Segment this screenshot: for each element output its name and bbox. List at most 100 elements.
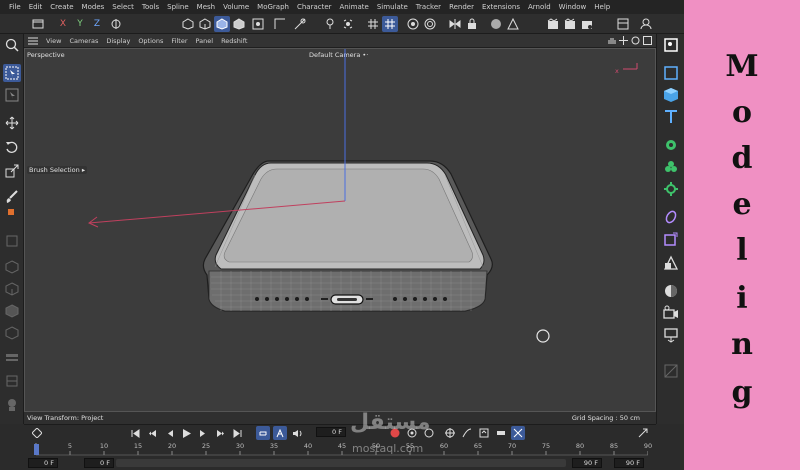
- dolly-icon[interactable]: [619, 36, 628, 45]
- move-icon[interactable]: [3, 114, 21, 132]
- menu-tools[interactable]: Tools: [138, 3, 163, 11]
- sound-icon[interactable]: [290, 426, 304, 440]
- viewport-menu-cameras[interactable]: Cameras: [65, 37, 102, 45]
- orbit-icon[interactable]: [631, 36, 640, 45]
- sculpt-icon[interactable]: [322, 16, 338, 32]
- menu-simulate[interactable]: Simulate: [373, 3, 412, 11]
- polygons-mode-icon[interactable]: [214, 16, 230, 32]
- viewport-menu-view[interactable]: View: [42, 37, 65, 45]
- max-frame-field[interactable]: 90 F: [572, 458, 602, 468]
- viewport-menu-display[interactable]: Display: [102, 37, 134, 45]
- hamburger-icon[interactable]: [28, 37, 38, 47]
- tweak-mode-icon[interactable]: [292, 16, 308, 32]
- expand-timeline-icon[interactable]: [636, 426, 650, 440]
- render-region-icon[interactable]: [422, 16, 438, 32]
- polygon-pen-icon[interactable]: [3, 232, 21, 250]
- go-to-start-icon[interactable]: [128, 426, 142, 440]
- viewport-menu-options[interactable]: Options: [134, 37, 167, 45]
- menu-volume[interactable]: Volume: [219, 3, 253, 11]
- material-icon[interactable]: [488, 16, 504, 32]
- current-frame-field[interactable]: 0 F: [316, 427, 346, 437]
- previous-frame-icon[interactable]: [162, 426, 176, 440]
- viewport-menu-redshift[interactable]: Redshift: [217, 37, 251, 45]
- viewport-menu-filter[interactable]: Filter: [167, 37, 191, 45]
- weld-icon[interactable]: [3, 372, 21, 390]
- menu-edit[interactable]: Edit: [25, 3, 47, 11]
- layout-icon[interactable]: [615, 16, 631, 32]
- interpolation-icon[interactable]: [460, 426, 474, 440]
- texture-mode-icon[interactable]: [250, 16, 266, 32]
- playhead-marker[interactable]: [34, 444, 39, 455]
- arnold-icon[interactable]: [505, 16, 521, 32]
- menu-mesh[interactable]: Mesh: [193, 3, 219, 11]
- points-mode-icon[interactable]: [180, 16, 196, 32]
- phone-mesh[interactable]: [202, 160, 493, 312]
- menu-arnold[interactable]: Arnold: [524, 3, 555, 11]
- go-to-end-icon[interactable]: [230, 426, 244, 440]
- knife-icon[interactable]: [3, 258, 21, 276]
- snap-icon[interactable]: [272, 16, 288, 32]
- sky-icon[interactable]: [662, 282, 680, 300]
- menu-select[interactable]: Select: [108, 3, 138, 11]
- frame-range-slider[interactable]: [116, 459, 566, 467]
- light-icon[interactable]: [662, 326, 680, 344]
- next-frame-icon[interactable]: [196, 426, 210, 440]
- timeline-ruler-icon[interactable]: [494, 426, 508, 440]
- axis-x-toggle[interactable]: X: [55, 16, 71, 32]
- scale-icon[interactable]: [3, 162, 21, 180]
- bevel-icon[interactable]: [3, 302, 21, 320]
- user-icon[interactable]: [638, 16, 654, 32]
- menu-create[interactable]: Create: [46, 3, 77, 11]
- edges-mode-icon[interactable]: [197, 16, 213, 32]
- grid-snap-icon[interactable]: [365, 16, 381, 32]
- menu-tracker[interactable]: Tracker: [412, 3, 445, 11]
- deformer-icon[interactable]: [662, 208, 680, 226]
- render-to-picture-viewer-icon[interactable]: [562, 16, 578, 32]
- start-frame-field[interactable]: 0 F: [28, 458, 58, 468]
- cloner-icon[interactable]: [662, 136, 680, 154]
- text-tool-icon[interactable]: [662, 108, 680, 126]
- menu-spline[interactable]: Spline: [163, 3, 193, 11]
- viewport-menu-panel[interactable]: Panel: [192, 37, 218, 45]
- camera-icon[interactable]: [662, 304, 680, 322]
- undo-view-icon[interactable]: [30, 16, 46, 32]
- workplane-icon[interactable]: [340, 16, 356, 32]
- spline-rectangle-icon[interactable]: [662, 64, 680, 82]
- grid-toggle-icon[interactable]: [382, 16, 398, 32]
- effector-icon[interactable]: [662, 180, 680, 198]
- symmetry-icon[interactable]: [447, 16, 463, 32]
- menu-file[interactable]: File: [5, 3, 25, 11]
- motion-path-icon[interactable]: [443, 426, 457, 440]
- loop-cut-icon[interactable]: [3, 348, 21, 366]
- play-icon[interactable]: [179, 426, 193, 440]
- min-frame-field[interactable]: 0 F: [84, 458, 114, 468]
- previous-key-icon[interactable]: [145, 426, 159, 440]
- timeline-ruler[interactable]: 051015202530354045505560657075808590: [34, 442, 652, 456]
- axis-z-toggle[interactable]: Z: [89, 16, 105, 32]
- menu-window[interactable]: Window: [555, 3, 591, 11]
- character-icon[interactable]: [3, 396, 21, 414]
- next-key-icon[interactable]: [213, 426, 227, 440]
- model-mode-icon[interactable]: [231, 16, 247, 32]
- solo-icon[interactable]: [405, 16, 421, 32]
- coordinate-system-icon[interactable]: [108, 16, 124, 32]
- lock-icon[interactable]: [464, 16, 480, 32]
- snap-keys-icon[interactable]: [511, 426, 525, 440]
- render-settings-icon[interactable]: [579, 16, 595, 32]
- menu-character[interactable]: Character: [293, 3, 336, 11]
- menu-animate[interactable]: Animate: [336, 3, 373, 11]
- menu-help[interactable]: Help: [590, 3, 614, 11]
- floor-icon[interactable]: [662, 362, 680, 380]
- 3d-viewport[interactable]: Perspective Default Camera •· x Brush Se…: [24, 48, 656, 412]
- rectangle-selection-icon[interactable]: [3, 86, 21, 104]
- menu-mograph[interactable]: MoGraph: [253, 3, 293, 11]
- menu-extensions[interactable]: Extensions: [478, 3, 524, 11]
- menu-render[interactable]: Render: [445, 3, 478, 11]
- menu-modes[interactable]: Modes: [78, 3, 109, 11]
- pan-hand-icon[interactable]: [607, 36, 616, 45]
- environment-icon[interactable]: [662, 254, 680, 272]
- layout-panel-icon[interactable]: [662, 36, 680, 54]
- extrude-icon[interactable]: [3, 280, 21, 298]
- rotate-icon[interactable]: [3, 138, 21, 156]
- bridge-icon[interactable]: [3, 324, 21, 342]
